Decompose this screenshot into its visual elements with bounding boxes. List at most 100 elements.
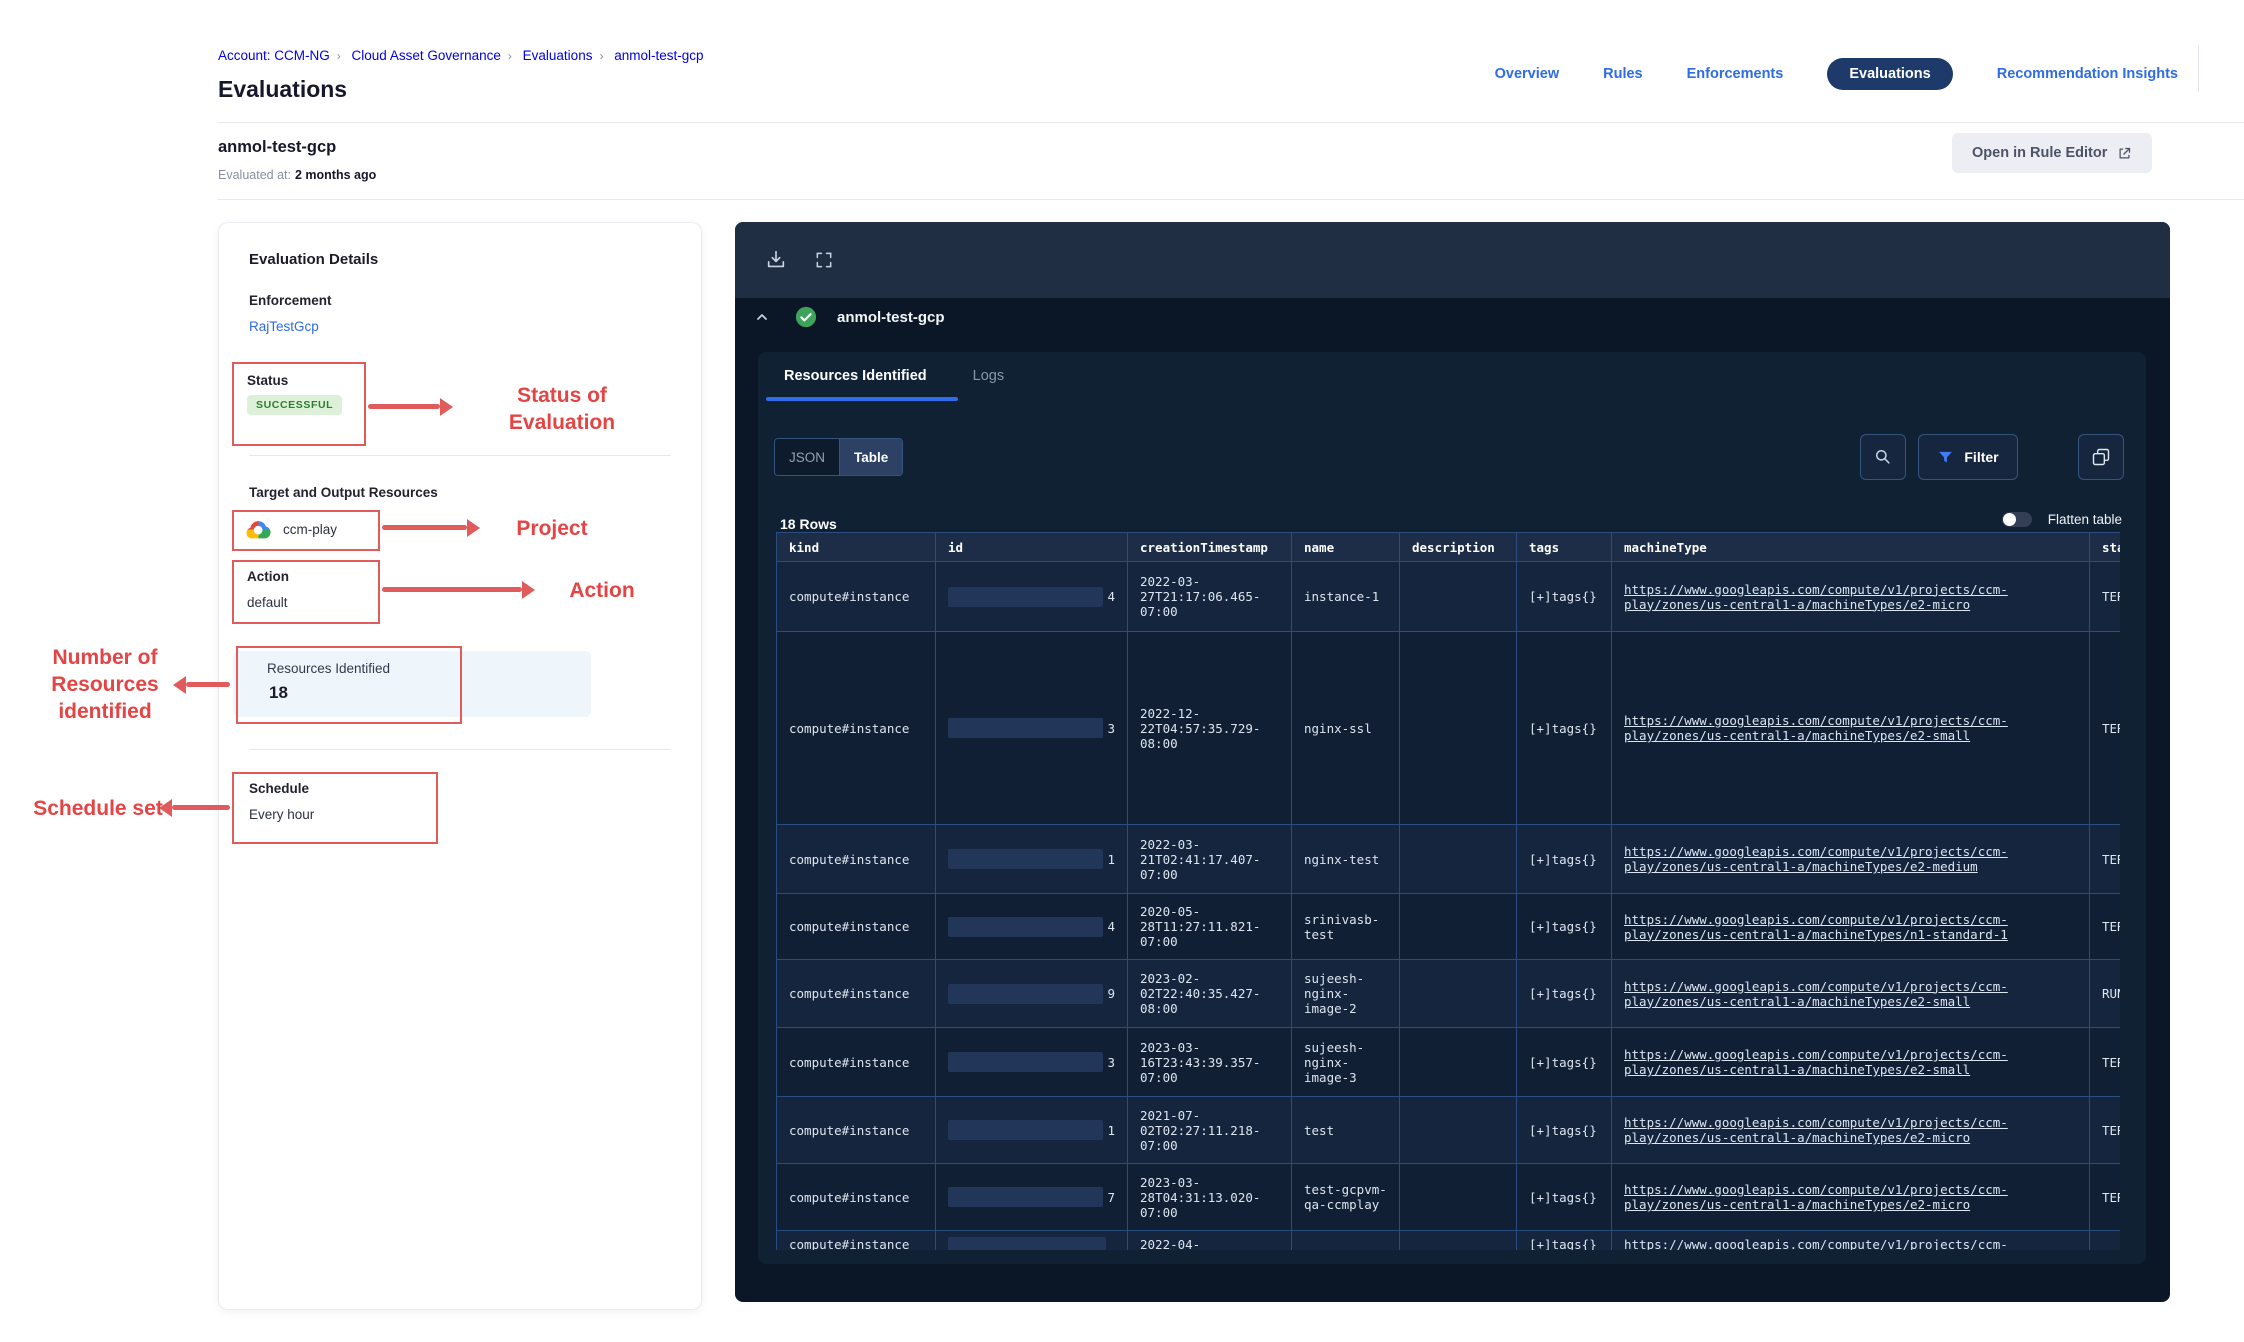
breadcrumb-evaluations[interactable]: Evaluations — [523, 48, 593, 63]
column-header-kind[interactable]: kind — [777, 532, 936, 562]
cell-tags[interactable]: [+]tags{} — [1517, 1097, 1612, 1164]
cell-name: nginx-test — [1292, 825, 1400, 894]
column-header-name[interactable]: name — [1292, 532, 1400, 562]
card-divider — [249, 455, 671, 456]
cell-status: TERMINATED — [2090, 1097, 2120, 1164]
cell-machine-type: https://www.googleapis.com/compute/v1/pr… — [1612, 960, 2090, 1028]
column-header-id[interactable]: id — [936, 532, 1128, 562]
tab-resources-identified[interactable]: Resources Identified — [784, 368, 927, 384]
cell-creation-timestamp: 2023-03-28T04:31:13.020-07:00 — [1128, 1164, 1292, 1231]
filter-button[interactable]: Filter — [1918, 434, 2018, 480]
page-title: Evaluations — [218, 76, 347, 103]
tab-logs[interactable]: Logs — [973, 368, 1004, 384]
id-visible-suffix: 1 — [1107, 1123, 1115, 1138]
column-header-machineType[interactable]: machineType — [1612, 532, 2090, 562]
action-annotation: Action — [552, 577, 652, 604]
nav-divider — [2198, 46, 2199, 92]
machine-type-link[interactable]: https://www.googleapis.com/compute/v1/pr… — [1624, 1237, 2008, 1250]
active-tab-underline — [766, 397, 958, 401]
machine-type-link[interactable]: https://www.googleapis.com/compute/v1/pr… — [1624, 582, 2029, 612]
flatten-table-toggle[interactable] — [2002, 512, 2032, 527]
subheader-divider — [218, 199, 2244, 200]
redacted-id-block — [948, 718, 1103, 738]
cell-machine-type: https://www.googleapis.com/compute/v1/pr… — [1612, 1028, 2090, 1097]
machine-type-link[interactable]: https://www.googleapis.com/compute/v1/pr… — [1624, 1115, 2029, 1145]
column-header-tags[interactable]: tags — [1517, 532, 1612, 562]
id-visible-suffix: 9 — [1107, 986, 1115, 1001]
tab-enforcements[interactable]: Enforcements — [1687, 66, 1784, 82]
view-toggle-json[interactable]: JSON — [775, 439, 840, 475]
cell-id: 4 — [936, 894, 1128, 960]
cell-tags[interactable]: [+]tags{} — [1517, 1028, 1612, 1097]
search-button[interactable] — [1860, 434, 1906, 480]
cell-id: 1 — [936, 825, 1128, 894]
flatten-table-label: Flatten table — [2048, 512, 2122, 527]
cell-creation-timestamp: 2022-04- — [1128, 1231, 1292, 1250]
cell-kind: compute#instance — [777, 562, 936, 632]
cell-status: TERMINATED — [2090, 562, 2120, 632]
breadcrumb-cloud-asset-governance[interactable]: Cloud Asset Governance — [352, 48, 501, 63]
machine-type-link[interactable]: https://www.googleapis.com/compute/v1/pr… — [1624, 912, 2029, 942]
cell-machine-type: https://www.googleapis.com/compute/v1/pr… — [1612, 1164, 2090, 1231]
view-toggle-table[interactable]: Table — [840, 439, 902, 475]
cell-tags[interactable]: [+]tags{} — [1517, 894, 1612, 960]
page: Account: CCM-NG› Cloud Asset Governance›… — [0, 0, 2244, 1342]
status-highlight-box — [232, 362, 366, 446]
status-annotation: Status ofEvaluation — [462, 382, 662, 436]
machine-type-link[interactable]: https://www.googleapis.com/compute/v1/pr… — [1624, 1047, 2029, 1077]
tab-rules[interactable]: Rules — [1603, 66, 1643, 82]
cell-kind: compute#instance — [777, 632, 936, 825]
table-row: compute#instance12021-07-02T02:27:11.218… — [777, 1097, 2120, 1164]
breadcrumb-account[interactable]: Account: CCM-NG — [218, 48, 330, 63]
cell-tags[interactable]: [+]tags{} — [1517, 960, 1612, 1028]
target-output-heading: Target and Output Resources — [249, 485, 438, 500]
machine-type-link[interactable]: https://www.googleapis.com/compute/v1/pr… — [1624, 713, 2029, 743]
cell-tags[interactable]: [+]tags{} — [1517, 632, 1612, 825]
tab-evaluations[interactable]: Evaluations — [1827, 58, 1952, 90]
cell-name: sujeesh-nginx-image-3 — [1292, 1028, 1400, 1097]
cell-tags[interactable]: [+]tags{} — [1517, 1231, 1612, 1250]
cell-machine-type: https://www.googleapis.com/compute/v1/pr… — [1612, 562, 2090, 632]
cell-tags[interactable]: [+]tags{} — [1517, 562, 1612, 632]
cell-machine-type: https://www.googleapis.com/compute/v1/pr… — [1612, 632, 2090, 825]
cell-id: 3 — [936, 1028, 1128, 1097]
resources-annotation: Number ofResourcesidentified — [30, 644, 180, 725]
machine-type-link[interactable]: https://www.googleapis.com/compute/v1/pr… — [1624, 1182, 2029, 1212]
cell-name — [1292, 1231, 1400, 1250]
cell-creation-timestamp: 2021-07-02T02:27:11.218-07:00 — [1128, 1097, 1292, 1164]
breadcrumb-current[interactable]: anmol-test-gcp — [614, 48, 703, 63]
download-icon[interactable] — [763, 247, 789, 273]
cell-name: test-gcpvm-qa-ccmplay — [1292, 1164, 1400, 1231]
cell-description — [1400, 825, 1517, 894]
copy-button[interactable] — [2078, 434, 2124, 480]
cell-tags[interactable]: [+]tags{} — [1517, 825, 1612, 894]
cell-tags[interactable]: [+]tags{} — [1517, 1164, 1612, 1231]
cell-status: RUNNING — [2090, 960, 2120, 1028]
cell-id: 4 — [936, 562, 1128, 632]
column-header-status[interactable]: status — [2090, 532, 2120, 562]
cell-machine-type: https://www.googleapis.com/compute/v1/pr… — [1612, 894, 2090, 960]
schedule-annotation: Schedule set — [28, 795, 168, 822]
open-in-rule-editor-button[interactable]: Open in Rule Editor — [1952, 133, 2152, 173]
column-header-description[interactable]: description — [1400, 532, 1517, 562]
evaluation-title: anmol-test-gcp — [218, 138, 336, 157]
tab-recommendation-insights[interactable]: Recommendation Insights — [1997, 66, 2178, 82]
tab-overview[interactable]: Overview — [1495, 66, 1560, 82]
machine-type-link[interactable]: https://www.googleapis.com/compute/v1/pr… — [1624, 979, 2029, 1009]
cell-name: nginx-ssl — [1292, 632, 1400, 825]
collapse-chevron-icon[interactable] — [749, 304, 775, 330]
redacted-id-block — [948, 1120, 1103, 1140]
fullscreen-icon[interactable] — [811, 247, 837, 273]
external-link-icon — [2116, 145, 2132, 161]
cell-description — [1400, 1164, 1517, 1231]
machine-type-link[interactable]: https://www.googleapis.com/compute/v1/pr… — [1624, 844, 2029, 874]
enforcement-link[interactable]: RajTestGcp — [249, 319, 319, 334]
project-annotation: Project — [497, 515, 607, 542]
cell-machine-type: https://www.googleapis.com/compute/v1/pr… — [1612, 1097, 2090, 1164]
cell-name: test — [1292, 1097, 1400, 1164]
cell-creation-timestamp: 2023-02-02T22:40:35.427-08:00 — [1128, 960, 1292, 1028]
redacted-id-block — [948, 849, 1103, 869]
column-header-creationTimestamp[interactable]: creationTimestamp — [1128, 532, 1292, 562]
id-visible-suffix: 3 — [1107, 721, 1115, 736]
redacted-id-block — [948, 917, 1103, 937]
